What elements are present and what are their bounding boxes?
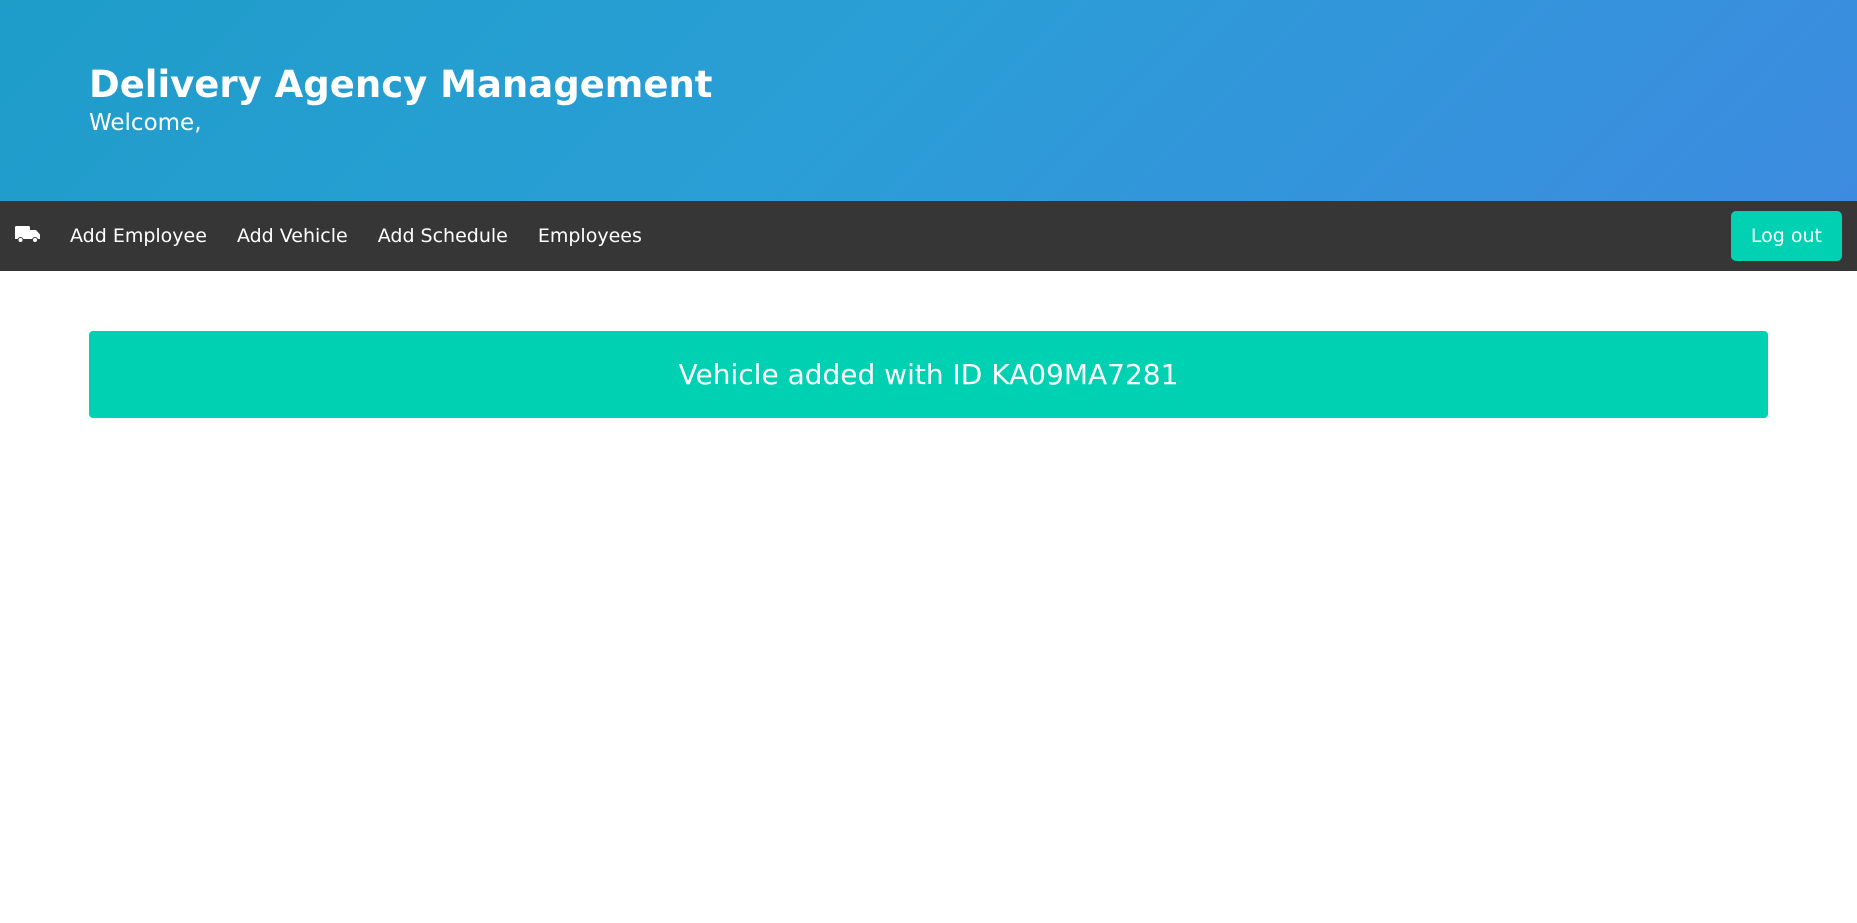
nav-add-schedule[interactable]: Add Schedule: [363, 201, 523, 271]
page-title: Delivery Agency Management: [89, 63, 713, 106]
nav-add-vehicle[interactable]: Add Vehicle: [222, 201, 363, 271]
brand[interactable]: [0, 201, 55, 271]
welcome-text: Welcome,: [89, 110, 202, 136]
main-navbar: Add Employee Add Vehicle Add Schedule Em…: [0, 201, 1857, 271]
nav-links: Add Employee Add Vehicle Add Schedule Em…: [55, 201, 657, 271]
logout-button[interactable]: Log out: [1730, 211, 1842, 261]
navbar-end: Log out: [1730, 201, 1857, 271]
nav-employees[interactable]: Employees: [523, 201, 657, 271]
truck-icon: [14, 224, 41, 248]
main-content: Vehicle added with ID KA09MA7281: [0, 271, 1857, 418]
nav-add-employee[interactable]: Add Employee: [55, 201, 222, 271]
hero-header: Delivery Agency Management Welcome,: [0, 0, 1857, 201]
success-notification: Vehicle added with ID KA09MA7281: [89, 331, 1768, 418]
notification-message: Vehicle added with ID KA09MA7281: [678, 358, 1179, 391]
